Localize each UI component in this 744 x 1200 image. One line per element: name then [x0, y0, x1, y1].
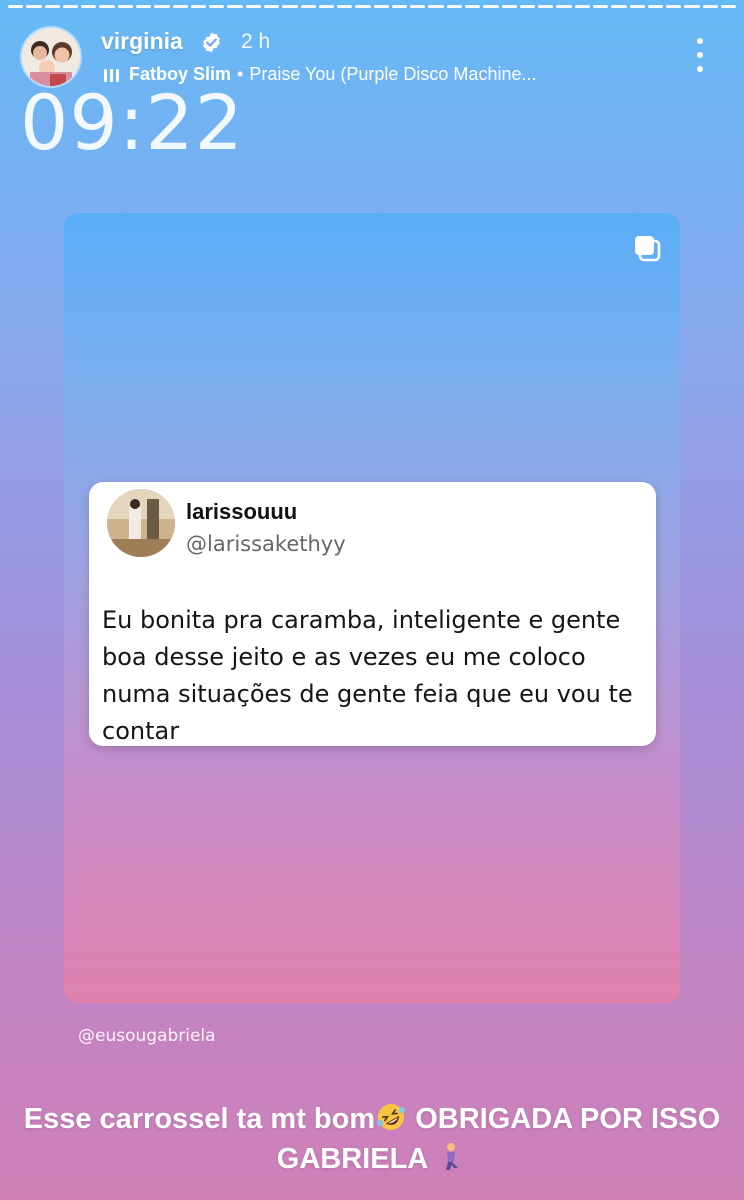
- carousel-icon: [635, 236, 661, 262]
- progress-segment: [538, 5, 554, 8]
- progress-segment: [300, 5, 316, 8]
- progress-segment: [684, 5, 700, 8]
- rolling-on-floor-laughing-emoji: [377, 1104, 406, 1130]
- progress-segment: [519, 5, 536, 8]
- progress-segment: [245, 5, 261, 8]
- story-viewer[interactable]: virginia 2 h Fatboy Slim • Praise You (P…: [0, 0, 744, 1200]
- progress-segment: [8, 5, 24, 8]
- progress-segment: [556, 5, 572, 8]
- progress-segment: [373, 5, 389, 8]
- progress-segment: [593, 5, 609, 8]
- progress-segment: [410, 5, 426, 8]
- progress-segment: [337, 5, 353, 8]
- progress-segment: [428, 5, 444, 8]
- tweet-display-name: larissouuu: [186, 499, 298, 524]
- progress-segment: [318, 5, 335, 8]
- progress-segment: [26, 5, 42, 8]
- progress-segment: [227, 5, 243, 8]
- caption-text-1: Esse carrossel ta mt bom: [23, 1103, 376, 1135]
- story-caption: Esse carrossel ta mt bom OBRIGADA POR IS…: [20, 1099, 724, 1179]
- tweet-text: Eu bonita pra caramba, inteligente e gen…: [102, 606, 633, 745]
- progress-segment: [154, 5, 170, 8]
- progress-segment: [190, 5, 207, 8]
- progress-segment: [62, 5, 79, 8]
- music-track: Praise You (Purple Disco Machine...: [249, 64, 537, 84]
- progress-segment: [629, 5, 645, 8]
- progress-segment: [647, 5, 664, 8]
- progress-segment: [209, 5, 225, 8]
- progress-segment: [465, 5, 481, 8]
- story-time-ago: 2 h: [241, 30, 271, 53]
- username[interactable]: virginia: [101, 28, 183, 55]
- progress-segment: [44, 5, 60, 8]
- tweet-handle: @larissakethyy: [186, 532, 346, 556]
- progress-segment: [391, 5, 408, 8]
- tweet-avatar: [107, 489, 175, 557]
- progress-segment: [702, 5, 718, 8]
- tweet-card: larissouuu @larissakethyy Eu bonita pra …: [89, 482, 656, 746]
- more-options-icon[interactable]: [690, 38, 710, 72]
- progress-segment: [666, 5, 682, 8]
- story-progress-bar: [8, 5, 737, 8]
- progress-segment: [135, 5, 152, 8]
- progress-segment: [117, 5, 133, 8]
- progress-segment: [282, 5, 298, 8]
- progress-segment: [99, 5, 115, 8]
- mention-sticker[interactable]: @eusougabriela: [78, 1026, 216, 1046]
- progress-segment: [263, 5, 280, 8]
- progress-segment: [574, 5, 590, 8]
- progress-segment: [172, 5, 188, 8]
- progress-segment: [501, 5, 517, 8]
- person-kneeling-emoji: [446, 1143, 459, 1170]
- progress-segment: [720, 5, 737, 8]
- progress-segment: [355, 5, 371, 8]
- progress-segment: [81, 5, 97, 8]
- clock-sticker: 09:22: [20, 78, 245, 167]
- verified-badge-icon: [203, 32, 220, 53]
- progress-segment: [483, 5, 499, 8]
- progress-segment: [446, 5, 463, 8]
- progress-segment: [611, 5, 627, 8]
